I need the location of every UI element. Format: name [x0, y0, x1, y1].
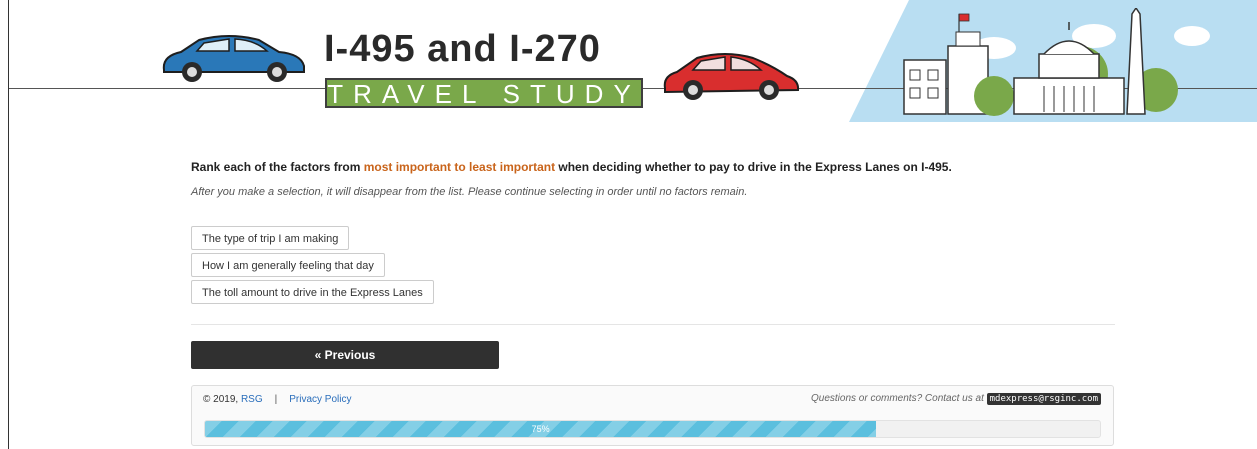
- contact-prefix: Questions or comments? Contact us at: [810, 393, 987, 404]
- copyright-text: © 2019,: [203, 394, 241, 405]
- blue-car-icon: [162, 35, 305, 82]
- header-banner: I-495 and I-270 TRAVEL STUDY: [9, 0, 1257, 122]
- ranking-option[interactable]: How I am generally feeling that day: [191, 253, 385, 277]
- ranking-options: The type of trip I am making How I am ge…: [191, 226, 434, 307]
- question-suffix: when deciding whether to pay to drive in…: [555, 160, 952, 174]
- divider: [191, 324, 1115, 325]
- red-car-icon: [663, 53, 800, 100]
- question-panel: Rank each of the factors from most impor…: [191, 160, 1115, 304]
- ranking-option[interactable]: The toll amount to drive in the Express …: [191, 280, 434, 304]
- previous-button[interactable]: « Previous: [191, 341, 499, 369]
- ranking-option[interactable]: The type of trip I am making: [191, 226, 350, 250]
- city-skyline-icon: [903, 8, 1210, 116]
- question-text: Rank each of the factors from most impor…: [191, 160, 1115, 174]
- progress-bar: 75%: [204, 420, 1101, 438]
- banner-subtitle: TRAVEL STUDY: [325, 78, 643, 108]
- privacy-policy-link[interactable]: Privacy Policy: [289, 394, 351, 405]
- contact-email[interactable]: mdexpress@rsginc.com: [986, 393, 1101, 405]
- question-highlight: most important to least important: [363, 160, 556, 174]
- footer-separator: |: [274, 394, 278, 405]
- question-prefix: Rank each of the factors from: [191, 160, 364, 174]
- rsg-link[interactable]: RSG: [241, 394, 263, 405]
- contact-text: Questions or comments? Contact us at mde…: [810, 393, 1101, 405]
- banner-title: I-495 and I-270: [324, 28, 601, 70]
- footer-left: © 2019, RSG | Privacy Policy: [203, 394, 351, 405]
- instruction-text: After you make a selection, it will disa…: [191, 186, 748, 198]
- footer: © 2019, RSG | Privacy Policy Questions or …: [191, 385, 1114, 446]
- progress-fill: 75%: [205, 421, 877, 437]
